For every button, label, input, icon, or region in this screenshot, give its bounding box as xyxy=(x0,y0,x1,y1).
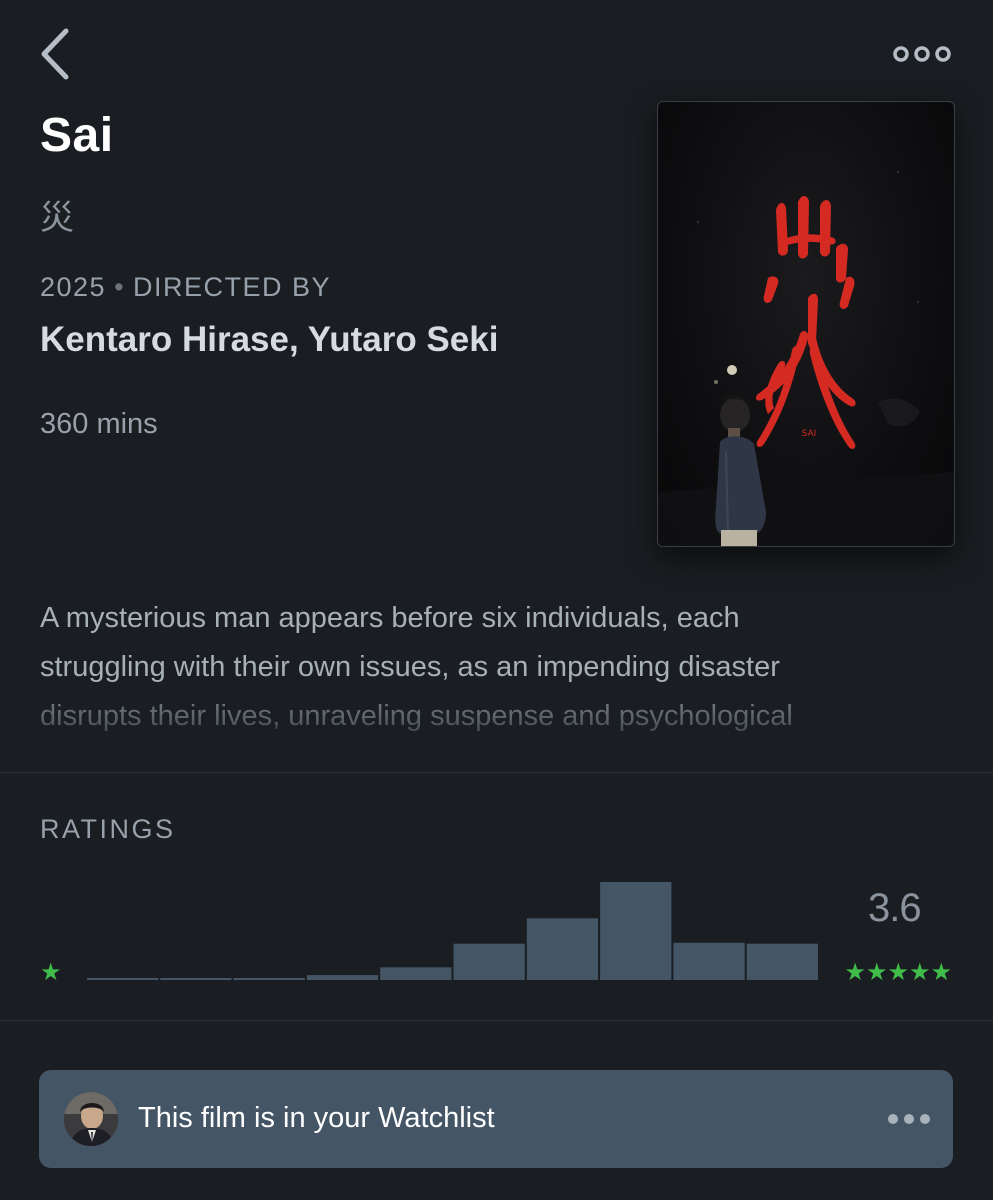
histogram-bar-3.5[interactable] xyxy=(526,918,599,980)
synopsis-line: A mysterious man appears before six indi… xyxy=(40,602,740,634)
min-star-icon: ★ xyxy=(40,958,62,986)
poster-caption: SAI xyxy=(802,429,817,439)
user-avatar[interactable] xyxy=(64,1092,118,1146)
histogram-bar-1[interactable] xyxy=(160,978,232,980)
histogram-bar-5[interactable] xyxy=(746,943,818,980)
histogram-bar-2.5[interactable] xyxy=(380,967,452,980)
ratings-heading: RATINGS xyxy=(40,814,176,844)
avatar-image xyxy=(64,1092,118,1146)
directed-by-label: DIRECTED BY xyxy=(133,272,332,302)
synopsis-line-faded: disrupts their lives, unraveling suspens… xyxy=(40,692,955,741)
poster-artwork: SAI xyxy=(658,171,954,546)
film-poster[interactable]: SAI xyxy=(657,101,955,547)
synopsis[interactable]: A mysterious man appears before six indi… xyxy=(40,594,955,741)
histogram-bar-4.5[interactable] xyxy=(673,942,745,980)
section-divider xyxy=(0,1020,993,1021)
watchlist-options-button[interactable] xyxy=(885,1106,933,1132)
back-button[interactable] xyxy=(36,26,76,82)
more-dots-icon xyxy=(893,46,951,62)
histogram-bar-1.5[interactable] xyxy=(233,978,305,980)
histogram-bar-2[interactable] xyxy=(306,975,379,980)
runtime: 360 mins xyxy=(40,408,158,440)
watchlist-status-bar[interactable]: This film is in your Watchlist xyxy=(39,1070,953,1168)
original-title: 災 xyxy=(40,198,74,238)
watchlist-message: This film is in your Watchlist xyxy=(138,1102,495,1134)
release-director-line: 2025 • DIRECTED BY xyxy=(40,272,331,303)
section-divider xyxy=(0,772,993,773)
histogram-bar-0.5[interactable] xyxy=(87,978,159,980)
max-stars-icon: ★★★★★ xyxy=(844,958,952,986)
chevron-left-icon xyxy=(41,28,69,80)
more-options-button[interactable] xyxy=(888,40,958,68)
ratings-histogram[interactable]: ★ ★★★★★ xyxy=(0,860,993,1000)
histogram-bar-4[interactable] xyxy=(600,882,672,980)
release-year[interactable]: 2025 xyxy=(40,272,106,302)
more-dots-icon xyxy=(888,1114,930,1124)
film-detail-page: Sai 災 2025 • DIRECTED BY Kentaro Hirase, Y… xyxy=(0,0,993,1200)
directors-link[interactable]: Kentaro Hirase, Yutaro Seki xyxy=(40,320,498,360)
separator-dot: • xyxy=(114,272,126,302)
histogram-bar-3[interactable] xyxy=(453,943,525,980)
synopsis-line: struggling with their own issues, as an … xyxy=(40,651,780,683)
film-title: Sai xyxy=(40,109,114,162)
average-rating[interactable]: 3.6 xyxy=(868,886,922,931)
